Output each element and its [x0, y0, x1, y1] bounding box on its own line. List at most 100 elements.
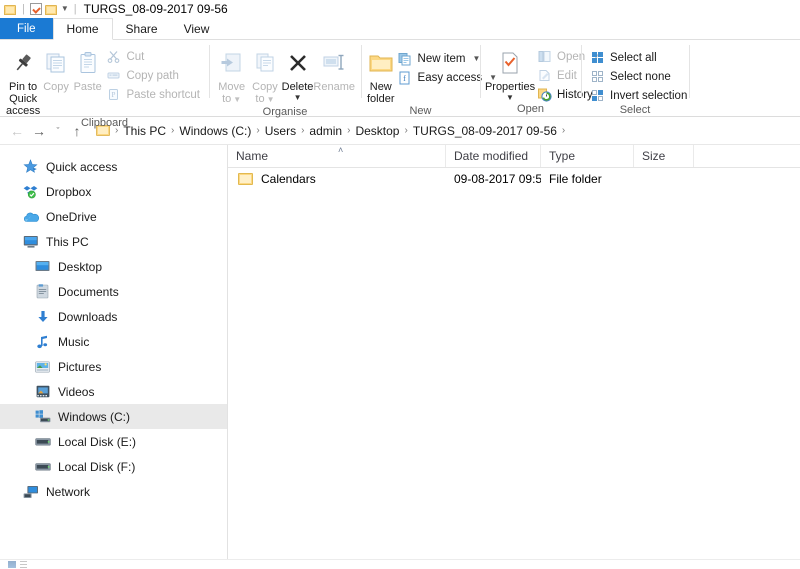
paste-shortcut-icon: P: [106, 87, 121, 102]
pin-label-line1: Pin to Quick: [9, 81, 38, 105]
copy-to-caret-icon[interactable]: ▼: [267, 95, 275, 104]
move-to-label-line2: to ▼: [222, 93, 242, 105]
sidebar-item-local-disk-f[interactable]: Local Disk (F:): [0, 454, 227, 479]
desktop-icon: [34, 259, 51, 275]
copy-icon: [44, 48, 68, 78]
ribbon-group-open: Properties ▼ Open ▼: [480, 40, 600, 116]
sidebar-item-quick-access[interactable]: Quick access: [0, 154, 227, 179]
properties-button[interactable]: Properties ▼: [485, 45, 535, 102]
sidebar-item-videos[interactable]: Videos: [0, 379, 227, 404]
column-header-date-modified-label: Date modified: [454, 149, 529, 163]
sidebar-item-documents[interactable]: Documents: [0, 279, 227, 304]
select-none-label: Select none: [610, 70, 671, 83]
breadcrumb-sep-3[interactable]: ›: [299, 125, 306, 136]
sidebar-label-windows-c: Windows (C:): [58, 409, 131, 424]
move-to-button[interactable]: Move to ▼: [215, 45, 248, 106]
sidebar-item-pictures[interactable]: Pictures: [0, 354, 227, 379]
sidebar-item-windows-c[interactable]: Windows (C:): [0, 404, 227, 429]
documents-icon: [34, 284, 51, 300]
cell-name-label: Calendars: [261, 172, 316, 186]
tab-file[interactable]: File: [0, 18, 53, 40]
sidebar-item-network[interactable]: Network: [0, 479, 227, 504]
sidebar-item-downloads[interactable]: Downloads: [0, 304, 227, 329]
column-header-name[interactable]: ˄ Name: [228, 145, 446, 167]
cell-type: File folder: [549, 172, 602, 186]
properties-caret-icon[interactable]: ▼: [506, 94, 514, 102]
qat-properties-icon[interactable]: [29, 3, 42, 15]
sidebar-item-music[interactable]: Music: [0, 329, 227, 354]
sidebar-item-this-pc[interactable]: This PC: [0, 229, 227, 254]
table-row[interactable]: Calendars 09-08-2017 09:56 File folder: [228, 168, 800, 190]
ribbon: Pin to Quick access Copy Paste Cut Copy …: [0, 40, 800, 130]
column-header-size[interactable]: Size: [634, 145, 694, 167]
sidebar-label-this-pc: This PC: [46, 234, 89, 249]
invert-selection-button[interactable]: Invert selection: [587, 87, 690, 104]
navigation-pane: Quick access Dropbox OneDrive This PC De…: [0, 145, 228, 559]
properties-icon: [499, 48, 521, 78]
group-label-clipboard: Clipboard: [80, 117, 129, 129]
copy-path-label: Copy path: [126, 69, 179, 82]
breadcrumb-item-current-folder[interactable]: TURGS_08-09-2017 09-56: [410, 124, 560, 138]
edit-icon: [537, 68, 552, 83]
new-folder-icon: [368, 48, 394, 78]
ribbon-filler: [689, 40, 800, 116]
select-commands: Select all Select none Invert selection: [587, 45, 690, 104]
sidebar-label-local-disk-f: Local Disk (F:): [58, 459, 136, 474]
copy-button[interactable]: Copy: [40, 45, 72, 93]
ribbon-tab-bar: File Home Share View: [0, 18, 800, 40]
quick-access-star-icon: [22, 159, 39, 175]
status-bar: [0, 559, 800, 569]
tab-share[interactable]: Share: [113, 18, 171, 40]
large-icons-view-icon[interactable]: [20, 561, 28, 568]
cell-name[interactable]: Calendars: [228, 168, 446, 190]
tab-view[interactable]: View: [171, 18, 223, 40]
ribbon-group-clipboard: Pin to Quick access Copy Paste Cut Copy …: [0, 40, 209, 130]
column-header-type[interactable]: Type: [541, 145, 634, 167]
breadcrumb-item-admin[interactable]: admin: [306, 124, 345, 138]
breadcrumb-sep-5[interactable]: ›: [402, 125, 409, 136]
column-header-date-modified[interactable]: Date modified: [446, 145, 541, 167]
pin-to-quick-access-button[interactable]: Pin to Quick access: [6, 45, 40, 117]
sidebar-item-dropbox[interactable]: Dropbox: [0, 179, 227, 204]
quick-access-toolbar: | ▼ |: [4, 3, 79, 15]
qat-folder-icon[interactable]: [4, 4, 17, 15]
copy-path-icon: [106, 68, 121, 83]
qat-new-folder-icon[interactable]: [44, 4, 58, 15]
music-note-icon: [34, 334, 51, 350]
breadcrumb-item-desktop[interactable]: Desktop: [352, 124, 402, 138]
onedrive-cloud-icon: [22, 209, 39, 225]
sidebar-item-desktop[interactable]: Desktop: [0, 254, 227, 279]
sidebar-item-onedrive[interactable]: OneDrive: [0, 204, 227, 229]
breadcrumb-item-users[interactable]: Users: [262, 124, 299, 138]
sidebar-item-local-disk-e[interactable]: Local Disk (E:): [0, 429, 227, 454]
delete-button[interactable]: Delete ▼: [282, 45, 313, 102]
copy-to-button[interactable]: Copy to ▼: [248, 45, 281, 106]
select-all-button[interactable]: Select all: [587, 49, 690, 66]
select-none-button[interactable]: Select none: [587, 68, 690, 85]
move-to-label-line1: Move: [218, 81, 246, 93]
delete-caret-icon[interactable]: ▼: [294, 94, 302, 102]
file-list[interactable]: Calendars 09-08-2017 09:56 File folder: [228, 168, 800, 559]
copy-label: Copy: [43, 81, 69, 93]
column-header-type-label: Type: [549, 149, 576, 163]
group-label-organise: Organise: [262, 106, 308, 118]
clipboard-small-commands: Cut Copy path P Paste shortcut: [103, 45, 203, 103]
copy-path-button[interactable]: Copy path: [103, 67, 203, 84]
easy-access-label: Easy access: [417, 71, 483, 84]
cut-button[interactable]: Cut: [103, 48, 203, 65]
qat-divider-2: |: [73, 2, 77, 15]
paste-shortcut-button[interactable]: P Paste shortcut: [103, 86, 203, 103]
rename-button[interactable]: Rename: [313, 45, 355, 93]
tab-home[interactable]: Home: [52, 18, 113, 40]
edit-label: Edit: [557, 69, 577, 82]
main-area: Quick access Dropbox OneDrive This PC De…: [0, 145, 800, 559]
details-view-icon[interactable]: [8, 561, 16, 568]
move-to-caret-icon[interactable]: ▼: [233, 95, 241, 104]
breadcrumb-sep-2[interactable]: ›: [254, 125, 261, 136]
move-to-icon: [220, 48, 244, 78]
breadcrumb-sep-4[interactable]: ›: [345, 125, 352, 136]
new-folder-button[interactable]: New folder: [367, 45, 395, 105]
qat-customize-icon[interactable]: ▼: [61, 5, 69, 13]
breadcrumb-sep-6[interactable]: ›: [560, 125, 567, 136]
paste-button[interactable]: Paste: [72, 45, 104, 93]
